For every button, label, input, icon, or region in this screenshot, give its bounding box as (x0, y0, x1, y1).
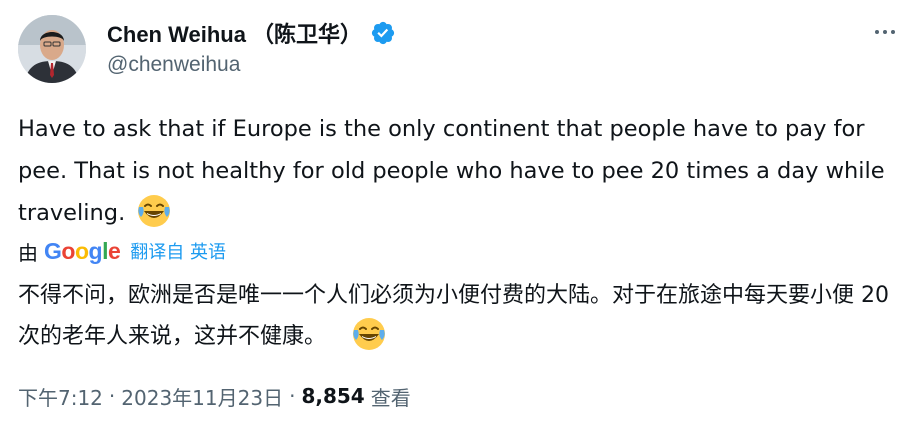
tweet-time[interactable]: 下午7:12 (18, 382, 103, 411)
verified-badge-icon (371, 21, 395, 45)
translated-by-label: 由 (18, 240, 38, 265)
google-logo: Google (44, 237, 121, 264)
tweet-metadata: 下午7:12 · 2023年11月23日 · 8,854 查看 (18, 379, 411, 413)
views-count: 8,854 (301, 384, 365, 408)
author-display-name[interactable]: Chen Weihua （陈卫华） (107, 17, 362, 49)
avatar-photo (18, 15, 86, 83)
more-options-icon[interactable] (870, 20, 900, 44)
author-name-row: Chen Weihua （陈卫华） (107, 15, 396, 51)
tweet-text: Have to ask that if Europe is the only c… (18, 108, 903, 234)
author-handle[interactable]: @chenweihua (107, 53, 240, 77)
translated-from-link[interactable]: 翻译自 英语 (130, 238, 226, 264)
translated-tweet-text: 不得不问，欧洲是否是唯一一个人们必须为小便付费的大陆。对于在旅途中每天要小便 2… (18, 276, 903, 357)
laughing-tears-emoji-icon (353, 318, 386, 350)
laughing-tears-emoji-icon (138, 195, 171, 227)
separator-dot: · (289, 384, 296, 408)
views-label: 查看 (370, 385, 411, 410)
translated-body: 不得不问，欧洲是否是唯一一个人们必须为小便付费的大陆。对于在旅途中每天要小便 2… (18, 283, 889, 349)
translation-attribution: 由 Google 翻译自 英语 (18, 236, 226, 266)
avatar[interactable] (18, 15, 86, 83)
tweet-date[interactable]: 2023年11月23日 (121, 382, 283, 411)
separator-dot: · (108, 384, 116, 408)
